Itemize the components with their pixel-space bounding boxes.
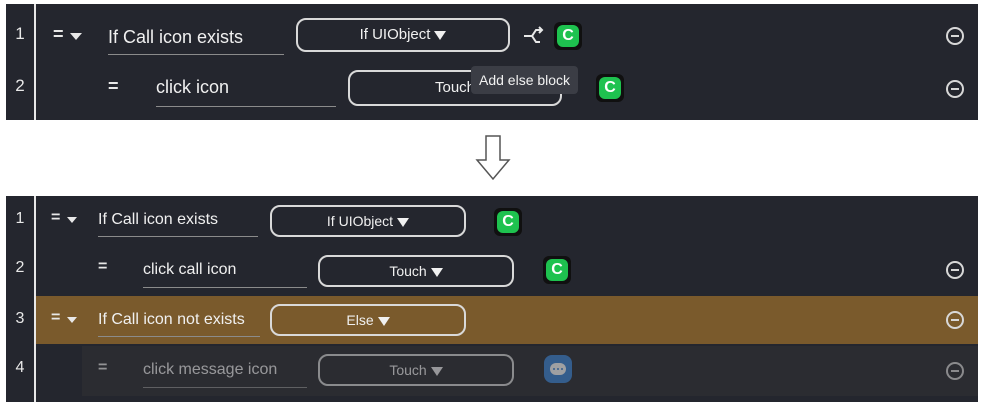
script-row[interactable]: 2 = click call icon Touch C [6, 246, 978, 294]
branch-icon[interactable] [521, 24, 545, 48]
action-label: Touch [389, 263, 427, 279]
step-name-field[interactable]: If Call icon exists [108, 22, 284, 55]
step-name-field[interactable]: If Call icon exists [98, 206, 258, 237]
drag-handle-icon[interactable]: = [98, 258, 107, 276]
step-name-field[interactable]: click call icon [143, 255, 307, 288]
drag-handle-icon[interactable]: = [53, 24, 64, 45]
dropdown-arrow-icon [434, 30, 447, 40]
line-number: 2 [15, 259, 25, 276]
action-label: If UIObject [326, 213, 394, 229]
disabled-step[interactable]: = click message icon Touch [6, 346, 978, 396]
minus-circle-icon[interactable] [946, 261, 964, 279]
script-editor-before: 1 = If Call icon exists If UIObject C 2 … [6, 4, 978, 120]
minus-circle-icon[interactable] [946, 362, 964, 380]
step-name-field[interactable]: click message icon [143, 355, 307, 388]
phone-app-icon: C [596, 74, 624, 102]
action-dropdown[interactable]: Else [270, 304, 466, 336]
drag-handle-icon[interactable]: = [108, 76, 119, 97]
script-row[interactable]: 1 = If Call icon exists If UIObject C [6, 12, 978, 60]
script-row[interactable]: 4 = click message icon Touch [6, 346, 978, 396]
line-number: 2 [15, 76, 25, 95]
phone-app-icon: C [543, 256, 571, 284]
minus-circle-icon[interactable] [946, 311, 964, 329]
action-label: Else [346, 312, 374, 328]
action-label: Touch [434, 79, 476, 96]
line-number: 3 [15, 310, 25, 327]
step-name-field[interactable]: If Call icon not exists [98, 306, 260, 337]
action-dropdown[interactable]: If UIObject [270, 205, 466, 237]
dropdown-arrow-icon [430, 267, 443, 277]
line-number: 1 [15, 24, 25, 43]
caret-down-icon[interactable] [67, 317, 77, 323]
phone-app-icon: C [554, 22, 582, 50]
down-arrow-icon [475, 135, 511, 181]
phone-app-icon: C [494, 208, 522, 236]
step-name-field[interactable]: click icon [156, 72, 336, 107]
action-dropdown[interactable]: Touch [318, 255, 514, 287]
action-label: If UIObject [359, 26, 431, 43]
minus-circle-icon[interactable] [946, 80, 964, 98]
action-dropdown[interactable]: If UIObject [296, 18, 510, 52]
dropdown-arrow-icon [430, 366, 443, 376]
script-row[interactable]: 1 = If Call icon exists If UIObject C [6, 198, 978, 244]
dropdown-arrow-icon [397, 217, 410, 227]
gutter-line [34, 4, 36, 120]
else-block-row[interactable]: 3 = If Call icon not exists Else [6, 296, 978, 344]
caret-down-icon[interactable] [67, 217, 77, 223]
caret-down-icon[interactable] [70, 33, 82, 40]
minus-circle-icon[interactable] [946, 27, 964, 45]
drag-handle-icon[interactable]: = [51, 209, 60, 227]
script-editor-after: 1 = If Call icon exists If UIObject C 2 … [6, 196, 978, 402]
action-dropdown[interactable]: Touch [318, 354, 514, 386]
dropdown-arrow-icon [377, 316, 390, 326]
tooltip: Add else block [471, 66, 579, 94]
drag-handle-icon[interactable]: = [98, 359, 107, 377]
line-number: 1 [15, 210, 25, 227]
action-label: Touch [389, 362, 427, 378]
gutter-line [34, 196, 36, 402]
message-app-icon [544, 355, 572, 383]
drag-handle-icon[interactable]: = [51, 309, 60, 327]
